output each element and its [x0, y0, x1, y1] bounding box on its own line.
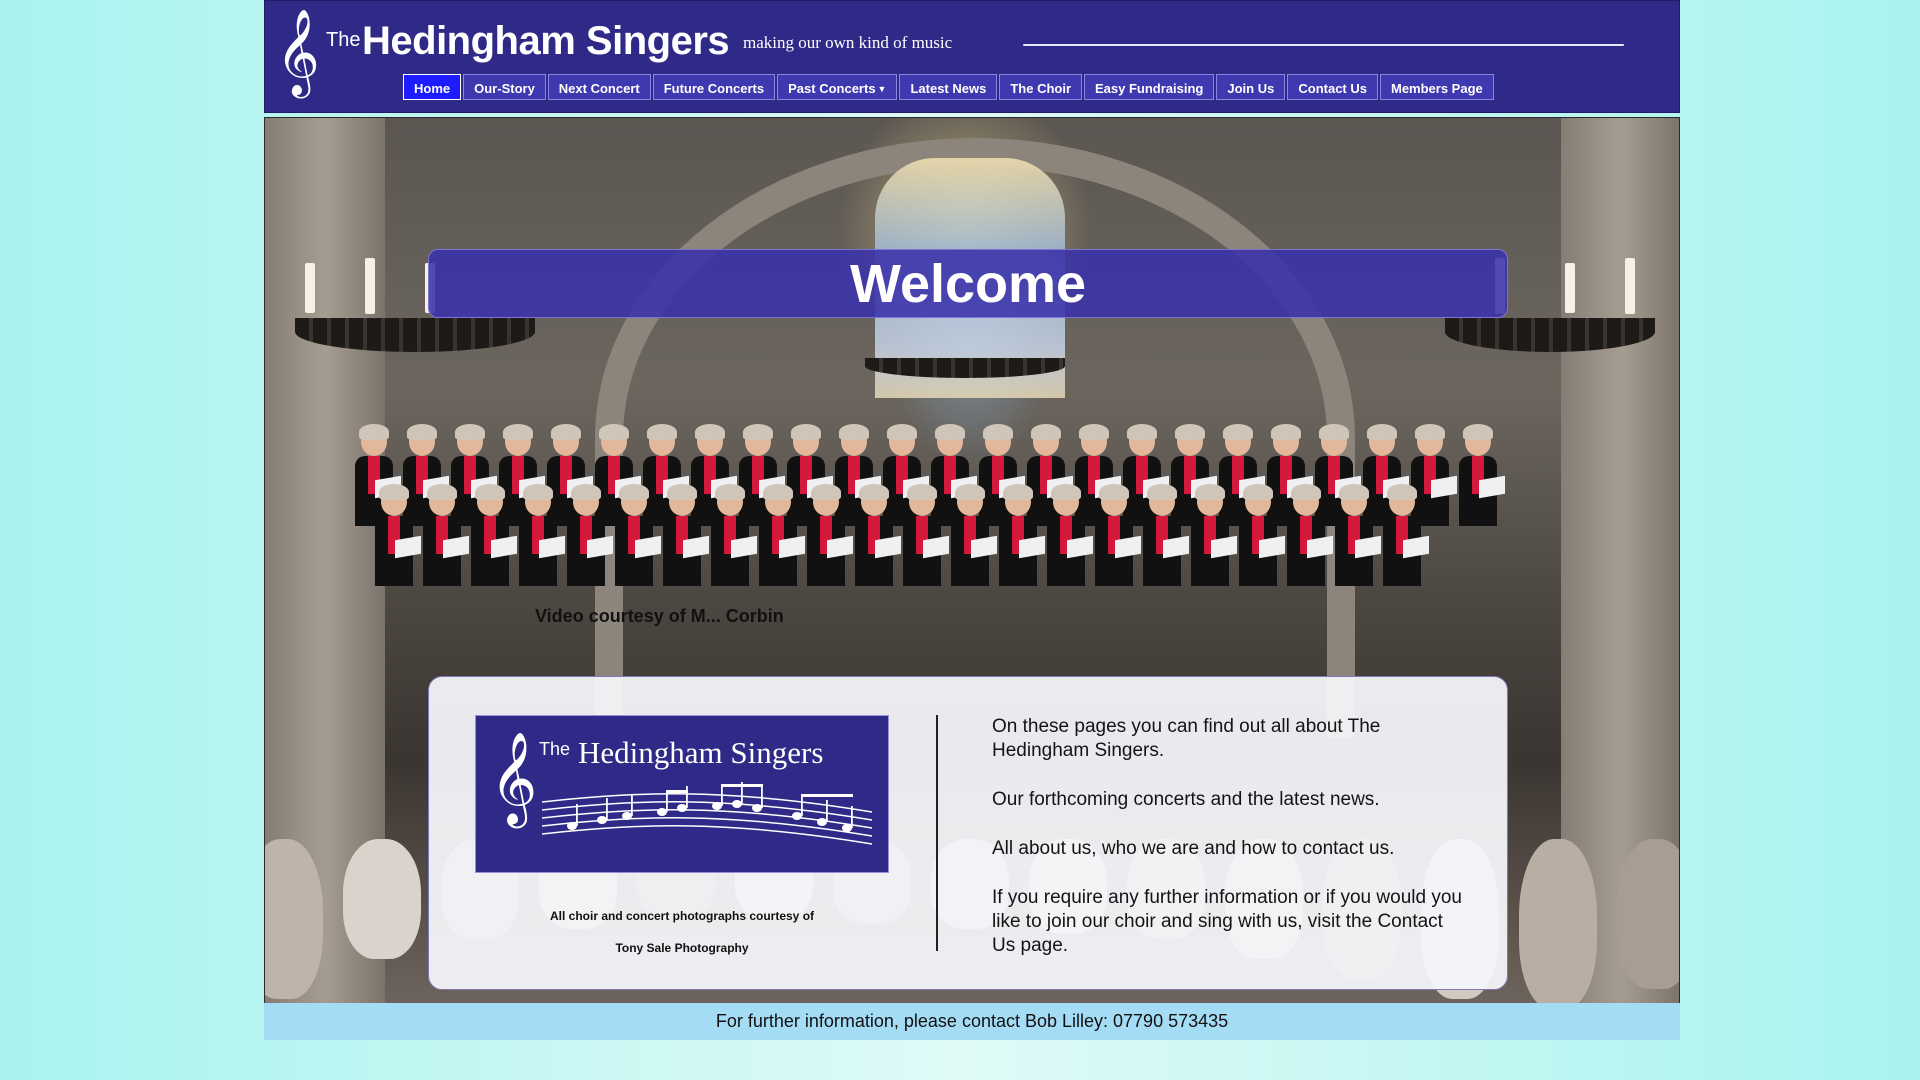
treble-clef-icon: 𝄞	[276, 9, 320, 95]
nav-past-concerts[interactable]: Past Concerts ▼	[777, 74, 898, 100]
intro-text: On these pages you can find out all abou…	[992, 715, 1462, 983]
header-divider	[1023, 44, 1624, 46]
nav-members-page[interactable]: Members Page	[1379, 74, 1494, 100]
main-nav: Home Our-Story Next Concert Future Conce…	[403, 74, 1494, 100]
candle	[305, 263, 315, 313]
site-container: 𝄞 The Hedingham Singers making our own k…	[264, 0, 1680, 1048]
caret-down-icon: ▼	[877, 84, 887, 94]
nav-latest-news[interactable]: Latest News	[899, 74, 998, 100]
nav-the-choir[interactable]: The Choir	[999, 74, 1083, 100]
intro-paragraph: All about us, who we are and how to cont…	[992, 838, 1395, 859]
info-panel: 𝄞 The Hedingham Singers All choir and co…	[428, 676, 1508, 990]
site-header: 𝄞 The Hedingham Singers making our own k…	[264, 0, 1680, 113]
intro-paragraph: If you require any further information o…	[992, 887, 1462, 956]
photo-credit: All choir and concert photographs courte…	[549, 909, 815, 923]
candle	[1565, 263, 1575, 313]
choir-front-row	[375, 484, 1575, 586]
music-staff-icon	[542, 782, 872, 845]
nav-home[interactable]: Home	[403, 74, 462, 100]
footer-contact: For further information, please contact …	[264, 1003, 1680, 1040]
panel-divider	[936, 715, 938, 951]
nav-easy-fundraising[interactable]: Easy Fundraising	[1084, 74, 1215, 100]
hero-church-photo: Welcome Video courtesy of M... Corbin 𝄞 …	[264, 117, 1680, 1010]
choir-logo: 𝄞 The Hedingham Singers	[475, 715, 889, 873]
nav-future-concerts[interactable]: Future Concerts	[652, 74, 776, 100]
brand-the: The	[326, 29, 361, 51]
nav-our-story[interactable]: Our-Story	[463, 74, 546, 100]
photographer-credit: Tony Sale Photography	[615, 941, 749, 955]
intro-paragraph: Our forthcoming concerts and the latest …	[992, 789, 1380, 810]
site-title[interactable]: Hedingham Singers	[362, 19, 730, 64]
candle	[365, 258, 375, 314]
treble-clef-icon: 𝄞	[490, 731, 538, 824]
logo-the: The	[539, 739, 571, 759]
logo-name: Hedingham Singers	[578, 735, 824, 770]
tagline: making our own kind of music	[743, 33, 953, 52]
nav-contact-us[interactable]: Contact Us	[1287, 74, 1378, 100]
nav-join-us[interactable]: Join Us	[1216, 74, 1286, 100]
intro-paragraph: On these pages you can find out all abou…	[992, 716, 1381, 761]
nav-next-concert[interactable]: Next Concert	[547, 74, 651, 100]
candle	[1625, 258, 1635, 314]
video-credit: Video courtesy of M... Corbin	[535, 606, 784, 626]
welcome-banner: Welcome	[428, 249, 1508, 318]
